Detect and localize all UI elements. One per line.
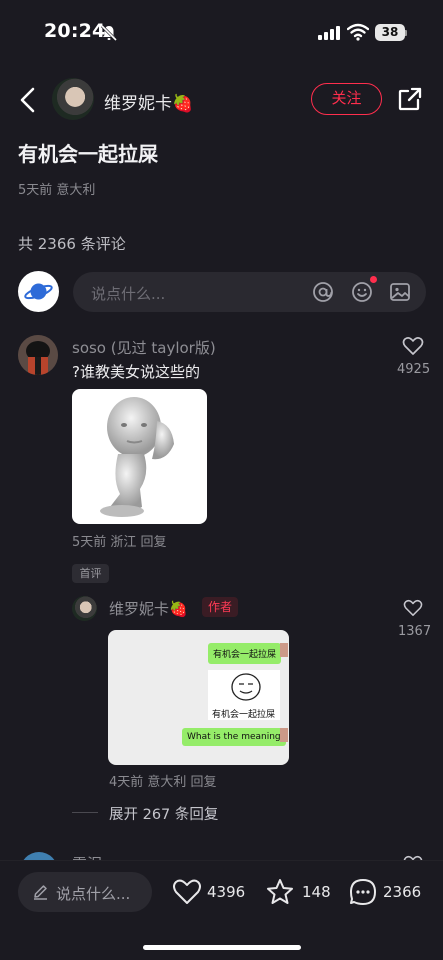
avatar-figure-icon	[18, 335, 58, 375]
author-avatar[interactable]	[52, 78, 94, 120]
emoji-icon[interactable]	[351, 281, 373, 303]
notification-dot	[370, 276, 377, 283]
post-favorite-count: 148	[302, 883, 331, 901]
like-heart-icon[interactable]	[402, 336, 424, 356]
meme-caption: 有机会一起拉屎	[212, 710, 276, 720]
expand-divider	[72, 812, 98, 813]
reply-meta[interactable]: 4天前 意大利 回复	[109, 771, 217, 790]
comment-meta[interactable]: 5天前 浙江 回复	[72, 531, 167, 550]
battery-icon: 38	[375, 24, 405, 41]
post-title: 有机会一起拉屎	[18, 142, 158, 166]
pencil-icon	[34, 885, 47, 900]
star-icon[interactable]	[265, 877, 295, 907]
author-badge: 作者	[202, 597, 238, 617]
reply-author-avatar[interactable]	[72, 596, 97, 621]
meme-face-icon	[231, 673, 261, 701]
bottom-input-placeholder[interactable]: 说点什么...	[56, 883, 130, 904]
commenter-avatar[interactable]	[18, 335, 58, 375]
planet-icon	[24, 283, 53, 300]
praying-figure-sticker	[100, 397, 174, 517]
follow-button[interactable]: 关注	[311, 83, 382, 115]
like-heart-icon[interactable]	[172, 878, 202, 906]
comment-bubble-icon[interactable]	[348, 877, 378, 907]
commenter-name[interactable]: soso (见过 taylor版)	[72, 337, 216, 358]
post-meta: 5天前 意大利	[18, 183, 96, 198]
mention-icon[interactable]	[312, 281, 334, 303]
first-comment-badge: 首评	[72, 564, 109, 583]
share-icon[interactable]	[397, 86, 423, 112]
chat-avatar	[280, 643, 288, 657]
comment-sticker-image[interactable]	[72, 389, 207, 524]
author-name[interactable]: 维罗妮卡🍓	[104, 89, 193, 114]
reply-author-name[interactable]: 维罗妮卡🍓	[109, 598, 188, 619]
image-icon[interactable]	[389, 281, 411, 303]
post-comment-count: 2366	[383, 883, 422, 901]
battery-cap	[405, 30, 407, 36]
comment-count: 共 2366 条评论	[18, 235, 126, 253]
cellular-signal-icon	[318, 26, 340, 40]
chat-avatar	[280, 728, 288, 742]
chat-bubble: 有机会一起拉屎	[208, 643, 282, 664]
chat-bubble: What is the meaning	[182, 728, 286, 746]
home-indicator[interactable]	[143, 945, 301, 950]
expand-replies-button[interactable]: 展开 267 条回复	[109, 803, 218, 824]
comment-like-count: 4925	[397, 362, 431, 377]
post-like-count: 4396	[207, 883, 246, 901]
comment-input-placeholder[interactable]: 说点什么...	[91, 283, 165, 304]
status-time: 20:24	[44, 20, 106, 42]
back-arrow-icon[interactable]	[16, 86, 40, 114]
wifi-icon	[347, 23, 369, 41]
chat-screenshot-image[interactable]: 有机会一起拉屎 有机会一起拉屎 What is the meaning	[108, 630, 289, 765]
like-heart-icon[interactable]	[403, 599, 423, 617]
user-avatar[interactable]	[18, 271, 59, 312]
reply-like-count: 1367	[398, 624, 432, 639]
comment-text: ?谁教美女说这些的	[72, 363, 200, 381]
bell-muted-icon	[100, 24, 118, 42]
